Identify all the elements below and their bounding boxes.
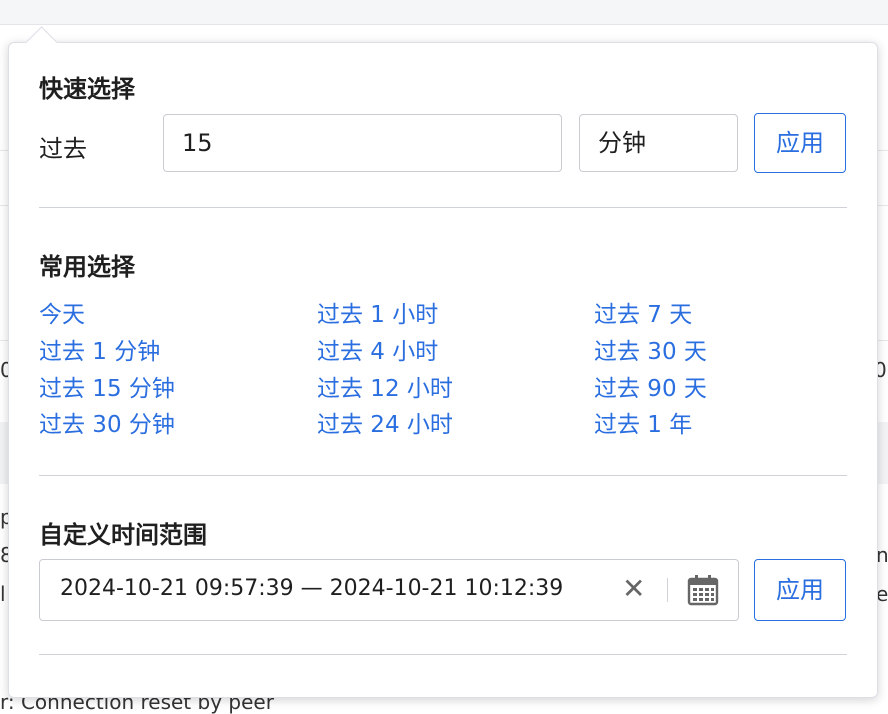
time-range-popover: 快速选择 过去 15 分钟 应用 常用选择 今天 过去 1 分钟 过去 15 分… [8,26,878,698]
custom-range-title: 自定义时间范围 [39,521,207,549]
quick-option-last-1-minute[interactable]: 过去 1 分钟 [39,332,160,366]
quick-option-last-1-hour[interactable]: 过去 1 小时 [317,295,438,329]
quick-option-last-30-days[interactable]: 过去 30 天 [594,332,707,366]
quick-select-amount-input[interactable]: 15 [163,114,562,172]
background-topbar [0,0,888,25]
quick-option-last-4-hours[interactable]: 过去 4 小时 [317,332,438,366]
calendar-icon[interactable] [686,573,720,611]
input-separator [667,578,668,602]
common-select-title: 常用选择 [39,253,135,281]
quick-option-last-24-hours[interactable]: 过去 24 小时 [317,405,453,439]
quick-option-last-7-days[interactable]: 过去 7 天 [594,295,692,329]
quick-option-last-1-year[interactable]: 过去 1 年 [594,405,692,439]
custom-range-value: 2024-10-21 09:57:39 — 2024-10-21 10:12:3… [60,576,564,601]
background-text-fragment: l [0,582,6,606]
custom-range-apply-button[interactable]: 应用 [754,559,846,621]
quick-select-unit-select[interactable]: 分钟 [579,114,738,172]
quick-option-last-90-days[interactable]: 过去 90 天 [594,369,707,403]
quick-option-last-15-minutes[interactable]: 过去 15 分钟 [39,369,175,403]
quick-select-title: 快速选择 [39,75,135,103]
quick-option-last-30-minutes[interactable]: 过去 30 分钟 [39,405,175,439]
quick-select-apply-button[interactable]: 应用 [754,113,846,173]
quick-option-today[interactable]: 今天 [39,295,85,329]
quick-option-last-12-hours[interactable]: 过去 12 小时 [317,369,453,403]
quick-select-prefix-label: 过去 [39,135,87,163]
custom-range-input[interactable]: 2024-10-21 09:57:39 — 2024-10-21 10:12:3… [39,559,739,621]
close-icon[interactable]: ✕ [622,572,645,605]
section-divider [39,475,847,476]
section-divider [39,207,847,208]
popover-arrow [25,26,58,59]
section-divider [39,654,847,655]
